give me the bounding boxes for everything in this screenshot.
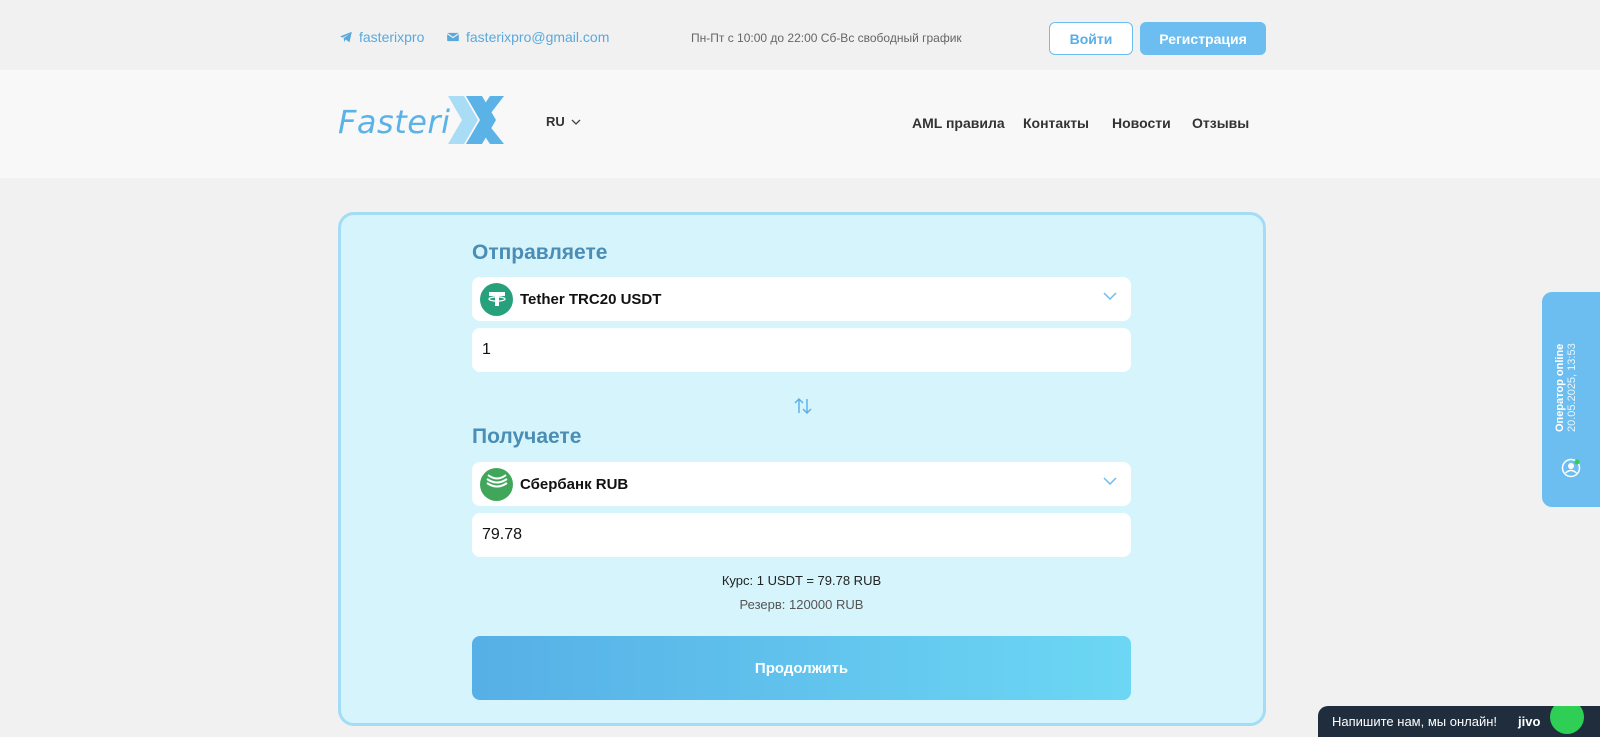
nav-news[interactable]: Новости [1112,115,1171,131]
send-currency-name: Tether TRC20 USDT [520,290,662,308]
register-button[interactable]: Регистрация [1140,22,1266,55]
operator-datetime: 20.05.2025, 13:53 [1566,343,1578,432]
operator-status: Оператор online [1554,343,1566,432]
send-amount-input[interactable] [472,328,1131,372]
chevron-down-icon [1103,477,1117,485]
topbar: fasterixpro fasterixpro@gmail.com Пн-Пт … [0,0,1600,70]
receive-currency-name: Сбербанк RUB [520,475,629,493]
jivo-logo: jivo [1518,714,1541,729]
email-label: fasterixpro@gmail.com [466,29,610,45]
working-hours: Пн-Пт с 10:00 до 22:00 Сб-Вс свободный г… [691,31,962,45]
language-label: RU [546,114,565,129]
exchange-rate: Курс: 1 USDT = 79.78 RUB [721,573,882,588]
send-label: Отправляете [472,241,608,264]
telegram-link[interactable]: fasterixpro [339,29,424,45]
operator-avatar-icon [1561,458,1581,478]
telegram-icon [340,31,352,43]
sberbank-icon [480,467,513,501]
nav-reviews[interactable]: Отзывы [1192,115,1249,131]
swap-icon[interactable] [794,396,812,416]
operator-text: Оператор online 20.05.2025, 13:53 [1554,343,1578,432]
chat-status-dot [1550,706,1584,734]
language-select[interactable]: RU [546,114,581,129]
nav-aml[interactable]: AML правила [912,115,1005,131]
receive-label: Получаете [472,425,582,448]
logo[interactable]: Fasteri X [338,96,508,148]
chat-prompt: Напишите нам, мы онлайн! [1332,714,1498,729]
tether-icon [480,282,513,316]
nav-contacts[interactable]: Контакты [1023,115,1089,131]
logo-text: Fasteri [338,103,451,141]
chevron-down-icon [571,119,581,125]
chevron-down-icon [1103,292,1117,300]
header: Fasteri X RU AML правила Контакты Новост… [0,70,1600,178]
logo-x-icon [448,96,505,144]
send-currency-select[interactable]: Tether TRC20 USDT [472,277,1131,321]
operator-widget[interactable]: Оператор online 20.05.2025, 13:53 [1542,292,1600,507]
email-link[interactable]: fasterixpro@gmail.com [446,29,609,45]
continue-button[interactable]: Продолжить [472,636,1131,700]
reserve-amount: Резерв: 120000 RUB [739,597,864,612]
telegram-label: fasterixpro [359,29,425,45]
receive-currency-select[interactable]: Сбербанк RUB [472,462,1131,506]
mail-icon [446,32,460,42]
exchange-card: Отправляете Tether TRC20 USDT Получаете … [338,212,1266,726]
chat-widget[interactable]: Напишите нам, мы онлайн! jivo [1318,706,1600,737]
receive-amount-input[interactable] [472,513,1131,557]
login-button[interactable]: Войти [1049,22,1133,55]
